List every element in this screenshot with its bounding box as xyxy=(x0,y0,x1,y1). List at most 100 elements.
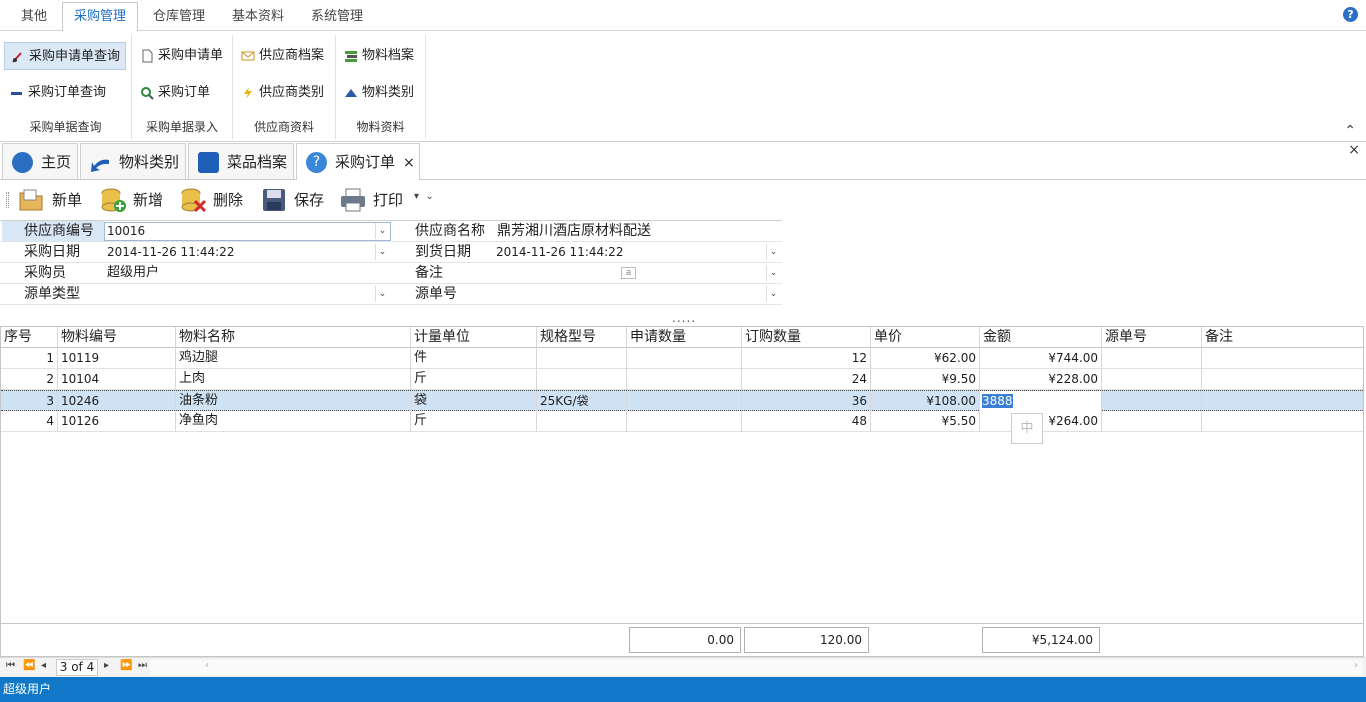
purchase-order-button[interactable]: 采购订单 xyxy=(134,79,210,107)
ribbon-tab-warehouse[interactable]: 仓库管理 xyxy=(142,6,216,31)
record-position[interactable]: 3 of 4 xyxy=(56,659,98,676)
order-qty-cell[interactable]: 24 xyxy=(742,369,871,390)
print-dropdown-icon[interactable]: ▾ ⌄ xyxy=(414,191,434,202)
order-qty-cell[interactable]: 36 xyxy=(742,391,871,412)
material-name-cell[interactable]: 鸡边腿 xyxy=(176,348,411,369)
column-header[interactable]: 源单号 xyxy=(1102,327,1202,348)
delete-button[interactable]: 删除 xyxy=(177,185,243,215)
request-qty-cell[interactable] xyxy=(627,411,742,432)
source-type-input[interactable] xyxy=(107,284,373,304)
toolbar-grip[interactable] xyxy=(6,192,9,208)
supplier-code-input[interactable]: 10016 xyxy=(104,222,391,241)
source-no-input[interactable] xyxy=(496,284,766,304)
chevron-down-icon[interactable]: ⌄ xyxy=(766,286,780,302)
column-header[interactable]: 订购数量 xyxy=(742,327,871,348)
price-cell[interactable]: ¥108.00 xyxy=(871,391,980,412)
table-row-selected[interactable]: 3 10246 油条粉 袋 25KG/袋 36 ¥108.00 3888 xyxy=(1,390,1363,412)
chevron-down-icon[interactable]: ⌄ xyxy=(375,244,389,260)
unit-cell[interactable]: 件 xyxy=(411,348,537,369)
text-edit-icon[interactable]: a xyxy=(621,267,636,279)
arrival-date-input[interactable]: 2014-11-26 11:44:22 xyxy=(496,242,623,262)
chevron-down-icon[interactable]: ⌄ xyxy=(375,223,389,239)
remark-cell[interactable] xyxy=(1202,369,1363,390)
next-record-icon[interactable]: ▸ xyxy=(104,660,109,671)
spec-cell[interactable] xyxy=(537,348,627,369)
spec-cell[interactable] xyxy=(537,411,627,432)
supplier-category-button[interactable]: 供应商类别 xyxy=(235,79,324,107)
source-no-cell[interactable] xyxy=(1102,348,1202,369)
ribbon-tab-purchase[interactable]: 采购管理 xyxy=(62,2,138,32)
next-page-icon[interactable]: ⏩ xyxy=(120,660,132,671)
horizontal-scrollbar[interactable]: ‹ › xyxy=(150,660,1362,675)
ribbon-tab-other[interactable]: 其他 xyxy=(10,6,58,31)
price-cell[interactable]: ¥5.50 xyxy=(871,411,980,432)
buyer-input[interactable]: 超级用户 xyxy=(107,263,159,283)
supplier-file-button[interactable]: 供应商档案 xyxy=(235,42,324,70)
source-no-cell[interactable] xyxy=(1102,369,1202,390)
scroll-left-icon[interactable]: ‹ xyxy=(205,660,209,671)
table-row[interactable]: 1 10119 鸡边腿 件 12 ¥62.00 ¥744.00 xyxy=(1,348,1363,369)
request-qty-cell[interactable] xyxy=(627,391,742,412)
table-row[interactable]: 2 10104 上肉 斤 24 ¥9.50 ¥228.00 xyxy=(1,369,1363,390)
close-icon[interactable]: × xyxy=(1348,142,1360,158)
material-name-cell[interactable]: 油条粉 xyxy=(176,391,411,412)
column-header[interactable]: 物料名称 xyxy=(176,327,411,348)
splitter-handle[interactable]: ..... xyxy=(672,311,696,325)
source-no-cell[interactable] xyxy=(1102,411,1202,432)
remark-cell[interactable] xyxy=(1202,391,1363,412)
column-header[interactable]: 备注 xyxy=(1202,327,1363,348)
material-category-button[interactable]: 物料类别 xyxy=(338,79,414,107)
amount-edit-input[interactable]: 3888 xyxy=(980,391,1102,412)
material-code-cell[interactable]: 10104 xyxy=(58,369,176,390)
column-header[interactable]: 计量单位 xyxy=(411,327,537,348)
spec-cell[interactable] xyxy=(537,369,627,390)
purchase-order-query-button[interactable]: 采购订单查询 xyxy=(4,79,126,107)
request-qty-cell[interactable] xyxy=(627,348,742,369)
material-code-cell[interactable]: 10119 xyxy=(58,348,176,369)
close-tab-icon[interactable]: × xyxy=(403,155,415,171)
price-cell[interactable]: ¥62.00 xyxy=(871,348,980,369)
amount-cell[interactable]: ¥228.00 xyxy=(980,369,1102,390)
column-header[interactable]: 单价 xyxy=(871,327,980,348)
save-button[interactable]: 保存 xyxy=(258,185,324,215)
material-name-cell[interactable]: 净鱼肉 xyxy=(176,411,411,432)
purchase-request-button[interactable]: 采购申请单 xyxy=(134,42,223,70)
new-doc-button[interactable]: 新单 xyxy=(16,185,82,215)
ribbon-collapse-icon[interactable]: ⌃ xyxy=(1344,123,1356,139)
unit-cell[interactable]: 斤 xyxy=(411,369,537,390)
column-header[interactable]: 金额 xyxy=(980,327,1102,348)
chevron-down-icon[interactable]: ⌄ xyxy=(375,286,389,302)
doc-tab-material-category[interactable]: 物料类别 xyxy=(80,143,186,179)
prev-page-icon[interactable]: ⏪ xyxy=(23,660,35,671)
material-code-cell[interactable]: 10126 xyxy=(58,411,176,432)
chevron-down-icon[interactable]: ⌄ xyxy=(766,244,780,260)
prev-record-icon[interactable]: ◂ xyxy=(41,660,46,671)
remark-cell[interactable] xyxy=(1202,348,1363,369)
add-button[interactable]: 新增 xyxy=(97,185,163,215)
amount-cell[interactable]: ¥744.00 xyxy=(980,348,1102,369)
column-header[interactable]: 规格型号 xyxy=(537,327,627,348)
ribbon-tab-basic-data[interactable]: 基本资料 xyxy=(220,6,296,31)
source-no-cell[interactable] xyxy=(1102,391,1202,412)
remark-cell[interactable] xyxy=(1202,411,1363,432)
first-record-icon[interactable]: ⏮ xyxy=(6,660,15,671)
request-qty-cell[interactable] xyxy=(627,369,742,390)
order-qty-cell[interactable]: 48 xyxy=(742,411,871,432)
price-cell[interactable]: ¥9.50 xyxy=(871,369,980,390)
material-code-cell[interactable]: 10246 xyxy=(58,391,176,412)
help-icon[interactable]: ? xyxy=(1343,7,1358,22)
material-file-button[interactable]: 物料档案 xyxy=(338,42,414,70)
spec-cell[interactable]: 25KG/袋 xyxy=(537,391,627,412)
last-record-icon[interactable]: ⏭ xyxy=(138,660,147,671)
purchase-date-input[interactable]: 2014-11-26 11:44:22 xyxy=(107,242,234,262)
unit-cell[interactable]: 袋 xyxy=(411,391,537,412)
unit-cell[interactable]: 斤 xyxy=(411,411,537,432)
doc-tab-home[interactable]: 主页 xyxy=(2,143,78,179)
doc-tab-dish-file[interactable]: 菜品档案 xyxy=(188,143,294,179)
purchase-request-query-button[interactable]: 采购申请单查询 xyxy=(4,42,126,70)
column-header[interactable]: 序号 xyxy=(1,327,58,348)
chevron-down-icon[interactable]: ⌄ xyxy=(766,265,780,281)
order-qty-cell[interactable]: 12 xyxy=(742,348,871,369)
column-header[interactable]: 物料编号 xyxy=(58,327,176,348)
column-header[interactable]: 申请数量 xyxy=(627,327,742,348)
